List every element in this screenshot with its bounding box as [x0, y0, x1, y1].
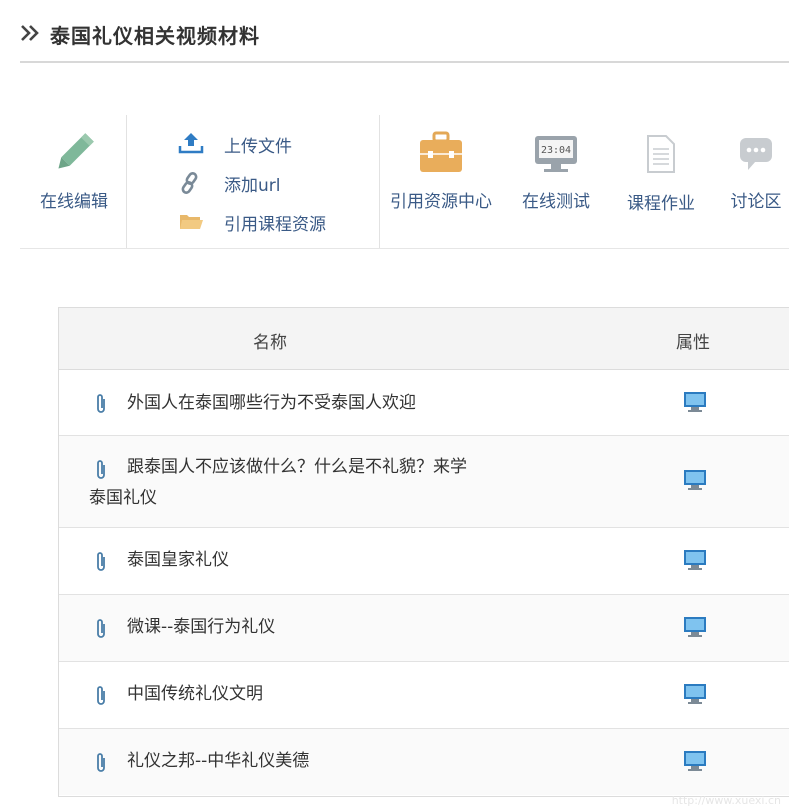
cite-course-resource-label: 引用课程资源 — [224, 215, 326, 235]
document-icon — [647, 135, 675, 173]
toolbar-divider — [126, 115, 127, 248]
resource-center-label: 引用资源中心 — [390, 192, 492, 212]
online-test-label: 在线测试 — [522, 192, 590, 212]
discussion-button[interactable]: 讨论区 — [723, 136, 789, 212]
upload-file-button[interactable]: 上传文件 — [178, 132, 358, 157]
link-icon — [181, 172, 198, 194]
paperclip-icon — [97, 394, 105, 413]
watermark: http://www.xuexi.cn — [671, 794, 781, 807]
add-url-label: 添加url — [224, 176, 281, 196]
upload-icon — [178, 133, 204, 154]
paperclip-icon — [97, 619, 105, 638]
homework-button[interactable]: 课程作业 — [619, 134, 703, 214]
paperclip-icon — [97, 686, 105, 705]
monitor-icon[interactable] — [683, 616, 707, 638]
paperclip-icon — [97, 552, 105, 571]
row-name[interactable]: 微课--泰国行为礼仪 — [127, 612, 527, 643]
double-chevron-right-icon — [21, 25, 39, 41]
table-row[interactable]: 外国人在泰国哪些行为不受泰国人欢迎 — [59, 370, 789, 436]
monitor-icon[interactable] — [683, 469, 707, 491]
table-row[interactable]: 泰国皇家礼仪 — [59, 528, 789, 595]
row-name[interactable]: 跟泰国人不应该做什么？什么是不礼貌？来学泰国礼仪 — [89, 452, 479, 514]
table-header: 名称 属性 — [59, 308, 789, 370]
add-url-button[interactable]: 添加url — [178, 171, 358, 196]
discussion-label: 讨论区 — [730, 192, 782, 212]
row-name[interactable]: 礼仪之邦--中华礼仪美德 — [127, 746, 527, 777]
chat-bubble-icon — [740, 138, 772, 170]
page-title: 泰国礼仪相关视频材料 — [50, 24, 260, 48]
monitor-icon[interactable] — [683, 683, 707, 705]
column-header-attr: 属性 — [676, 333, 710, 353]
row-name[interactable]: 外国人在泰国哪些行为不受泰国人欢迎 — [127, 388, 527, 419]
resource-table: 名称 属性 外国人在泰国哪些行为不受泰国人欢迎 跟泰国人不应该做什么？什么是不礼… — [58, 307, 789, 797]
svg-text:23:04: 23:04 — [541, 145, 571, 156]
table-row[interactable]: 礼仪之邦--中华礼仪美德 — [59, 729, 789, 795]
online-edit-button[interactable]: 在线编辑 — [34, 129, 114, 212]
monitor-icon[interactable] — [683, 391, 707, 413]
monitor-icon[interactable] — [683, 549, 707, 571]
upload-file-label: 上传文件 — [224, 137, 292, 157]
folder-icon — [180, 215, 203, 229]
homework-label: 课程作业 — [627, 194, 695, 214]
monitor-icon[interactable] — [683, 750, 707, 772]
row-name[interactable]: 泰国皇家礼仪 — [127, 545, 527, 576]
online-test-button[interactable]: 23:04 在线测试 — [512, 135, 600, 212]
paperclip-icon — [97, 753, 105, 772]
pencil-icon — [58, 133, 94, 169]
table-row[interactable]: 中国传统礼仪文明 — [59, 662, 789, 729]
online-edit-label: 在线编辑 — [40, 192, 108, 212]
table-row[interactable]: 微课--泰国行为礼仪 — [59, 595, 789, 662]
cite-course-resource-button[interactable]: 引用课程资源 — [178, 210, 358, 235]
monitor-clock-icon: 23:04 — [535, 136, 577, 172]
toolbar-divider — [379, 115, 380, 248]
resource-center-button[interactable]: 引用资源中心 — [384, 131, 498, 212]
page-header: 泰国礼仪相关视频材料 — [20, 0, 789, 63]
table-row[interactable]: 跟泰国人不应该做什么？什么是不礼貌？来学泰国礼仪 — [59, 436, 789, 528]
toolbar: 在线编辑 上传文件 添加url 引用课程资源 引用资源中心 23:04 在线测试… — [20, 115, 789, 249]
row-name[interactable]: 中国传统礼仪文明 — [127, 679, 527, 710]
column-header-name: 名称 — [253, 333, 287, 353]
briefcase-icon — [420, 131, 462, 172]
